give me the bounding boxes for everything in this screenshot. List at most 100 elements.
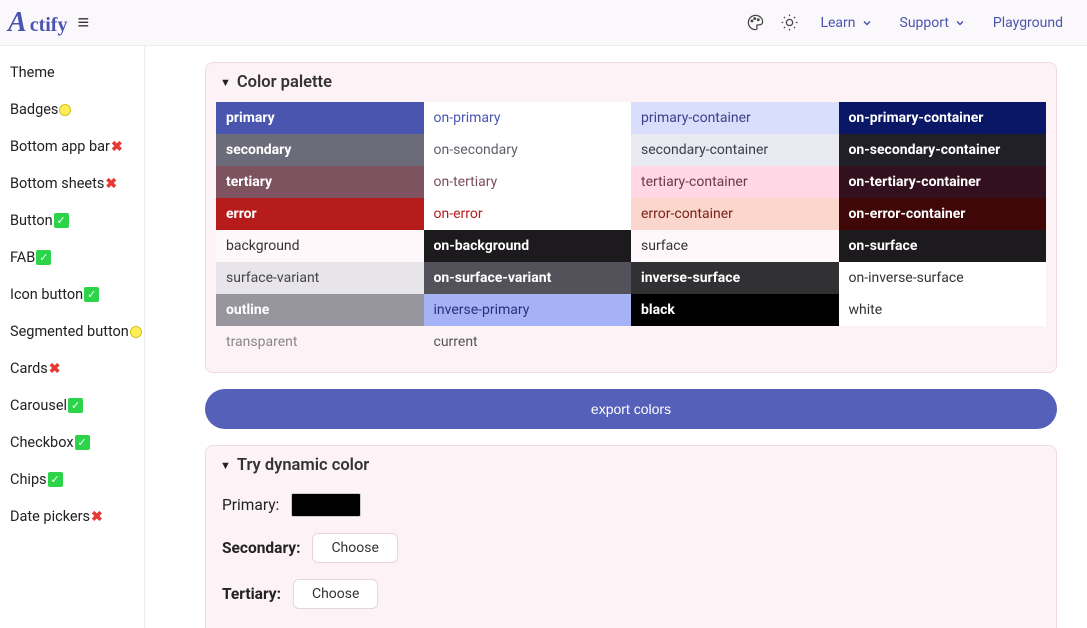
status-cross-icon: ✖ (111, 139, 123, 155)
disclosure-triangle-icon: ▼ (220, 459, 231, 472)
chevron-down-icon (955, 18, 965, 28)
sidebar-item-cards[interactable]: Cards✖ (10, 350, 144, 387)
color-palette-card: ▼ Color palette primaryon-primaryprimary… (205, 62, 1057, 373)
swatch-on-error-container[interactable]: on-error-container (839, 198, 1047, 230)
swatch-on-surface[interactable]: on-surface (839, 230, 1047, 262)
color-palette-toggle[interactable]: ▼ Color palette (206, 63, 1056, 102)
sidebar-item-label: Badges (10, 101, 58, 118)
sidebar-item-segmented-button[interactable]: Segmented button (10, 313, 144, 350)
nav-support-label: Support (900, 15, 949, 31)
swatch-on-background[interactable]: on-background (424, 230, 632, 262)
palette-icon[interactable] (740, 8, 770, 38)
status-check-icon: ✓ (36, 250, 51, 265)
hamburger-icon[interactable]: ≡ (77, 10, 89, 35)
swatch-outline[interactable]: outline (216, 294, 424, 326)
sidebar-item-checkbox[interactable]: Checkbox✓ (10, 424, 144, 461)
primary-row: Primary: (222, 485, 1040, 525)
sidebar-item-bottom-app-bar[interactable]: Bottom app bar✖ (10, 128, 144, 165)
primary-color-picker[interactable] (291, 493, 361, 517)
secondary-choose-button[interactable]: Choose (312, 533, 397, 563)
sidebar-item-theme[interactable]: Theme (10, 54, 144, 91)
swatch-tertiary-container[interactable]: tertiary-container (631, 166, 839, 198)
swatch-grid: primaryon-primaryprimary-containeron-pri… (216, 102, 1046, 358)
swatch-background[interactable]: background (216, 230, 424, 262)
swatch-on-tertiary-container[interactable]: on-tertiary-container (839, 166, 1047, 198)
dynamic-color-toggle[interactable]: ▼ Try dynamic color (206, 446, 1056, 485)
sidebar-item-label: Icon button (10, 286, 83, 303)
sidebar-item-label: Carousel (10, 397, 67, 414)
sidebar: ThemeBadgesBottom app bar✖Bottom sheets✖… (0, 46, 144, 555)
brand-rest: ctify (30, 14, 68, 37)
dynamic-color-body: Primary: Secondary: Choose Tertiary: Cho… (206, 485, 1056, 628)
status-check-icon: ✓ (68, 398, 83, 413)
sidebar-item-label: Date pickers (10, 508, 90, 525)
secondary-row: Secondary: Choose (222, 525, 1040, 571)
sidebar-item-button[interactable]: Button✓ (10, 202, 144, 239)
swatch-tertiary[interactable]: tertiary (216, 166, 424, 198)
brand-logo[interactable]: A ctify (8, 7, 67, 39)
nav-playground-label: Playground (993, 15, 1063, 31)
sidebar-item-label: Chips (10, 471, 47, 488)
sidebar-item-carousel[interactable]: Carousel✓ (10, 387, 144, 424)
tertiary-row: Tertiary: Choose (222, 571, 1040, 617)
swatch-on-primary[interactable]: on-primary (424, 102, 632, 134)
sidebar-item-bottom-sheets[interactable]: Bottom sheets✖ (10, 165, 144, 202)
swatch-on-surface-variant[interactable]: on-surface-variant (424, 262, 632, 294)
nav-learn[interactable]: Learn (806, 9, 885, 37)
disclosure-triangle-icon: ▼ (220, 76, 231, 89)
sidebar-item-date-pickers[interactable]: Date pickers✖ (10, 498, 144, 535)
swatch-on-inverse-surface[interactable]: on-inverse-surface (839, 262, 1047, 294)
swatch-surface-variant[interactable]: surface-variant (216, 262, 424, 294)
status-check-icon: ✓ (54, 213, 69, 228)
swatch-on-secondary[interactable]: on-secondary (424, 134, 632, 166)
swatch-black[interactable]: black (631, 294, 839, 326)
sidebar-item-icon-button[interactable]: Icon button✓ (10, 276, 144, 313)
chevron-down-icon (862, 18, 872, 28)
swatch-transparent[interactable]: transparent (216, 326, 424, 358)
swatch-secondary-container[interactable]: secondary-container (631, 134, 839, 166)
swatch-on-tertiary[interactable]: on-tertiary (424, 166, 632, 198)
sidebar-item-label: Segmented button (10, 323, 129, 340)
primary-label: Primary: (222, 496, 279, 514)
app-header: A ctify ≡ Learn Support Playground (0, 0, 1087, 46)
secondary-label: Secondary: (222, 539, 300, 557)
swatch-primary-container[interactable]: primary-container (631, 102, 839, 134)
swatch-inverse-surface[interactable]: inverse-surface (631, 262, 839, 294)
swatch-on-secondary-container[interactable]: on-secondary-container (839, 134, 1047, 166)
brand-initial: A (8, 7, 27, 39)
status-cross-icon: ✖ (49, 361, 61, 377)
status-dot-icon (130, 326, 142, 338)
sidebar-item-label: Theme (10, 64, 55, 81)
export-colors-button[interactable]: export colors (205, 389, 1057, 429)
sidebar-item-fab[interactable]: FAB✓ (10, 239, 144, 276)
swatch-error-container[interactable]: error-container (631, 198, 839, 230)
swatch-on-error[interactable]: on-error (424, 198, 632, 230)
swatch-on-primary-container[interactable]: on-primary-container (839, 102, 1047, 134)
swatch-white[interactable]: white (839, 294, 1047, 326)
nav-support[interactable]: Support (886, 9, 979, 37)
sidebar-item-label: Cards (10, 360, 48, 377)
nav-learn-label: Learn (820, 15, 855, 31)
tertiary-label: Tertiary: (222, 585, 281, 603)
status-check-icon: ✓ (75, 435, 90, 450)
swatch-primary[interactable]: primary (216, 102, 424, 134)
nav-playground[interactable]: Playground (979, 9, 1077, 37)
sidebar-scroll[interactable]: ThemeBadgesBottom app bar✖Bottom sheets✖… (0, 46, 145, 628)
swatch-surface[interactable]: surface (631, 230, 839, 262)
sidebar-item-badges[interactable]: Badges (10, 91, 144, 128)
swatch-secondary[interactable]: secondary (216, 134, 424, 166)
color-palette-title: Color palette (237, 73, 332, 92)
dynamic-color-title: Try dynamic color (237, 456, 369, 475)
sidebar-item-label: Bottom app bar (10, 138, 110, 155)
dynamic-color-card: ▼ Try dynamic color Primary: Secondary: … (205, 445, 1057, 628)
status-cross-icon: ✖ (91, 509, 103, 525)
main-content[interactable]: ▼ Color palette primaryon-primaryprimary… (145, 46, 1087, 628)
tertiary-choose-button[interactable]: Choose (293, 579, 378, 609)
swatch-inverse-primary[interactable]: inverse-primary (424, 294, 632, 326)
light-mode-icon[interactable] (774, 8, 804, 38)
status-dot-icon (59, 104, 71, 116)
swatch-error[interactable]: error (216, 198, 424, 230)
sidebar-item-chips[interactable]: Chips✓ (10, 461, 144, 498)
status-check-icon: ✓ (48, 472, 63, 487)
swatch-current[interactable]: current (424, 326, 632, 358)
